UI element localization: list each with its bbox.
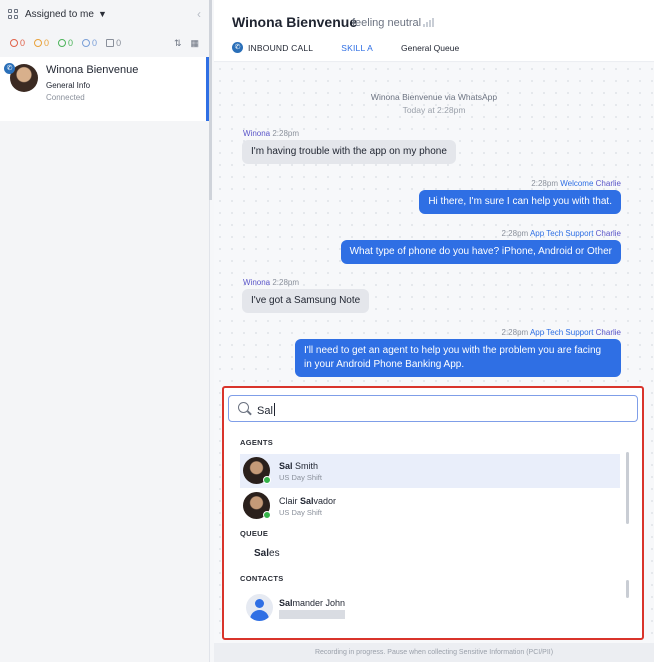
message-bubble-outgoing: Hi there, I'm sure I can help you with t… — [419, 190, 621, 214]
search-value: Sal — [257, 405, 273, 417]
call-info-bar: ✆ INBOUND CALL SKILL A General Queue — [232, 42, 459, 53]
signal-bars-icon — [423, 18, 434, 27]
recording-notice: Recording in progress. Pause when collec… — [214, 643, 654, 662]
grid-icon[interactable] — [8, 8, 19, 20]
urgent-count[interactable]: 0 — [10, 38, 25, 48]
redacted-detail — [279, 610, 345, 619]
online-status-dot — [263, 476, 271, 484]
customer-name: Winona Bienvenue — [232, 14, 358, 30]
message-meta: 2:28pm App Tech Support Charlie — [501, 328, 622, 337]
message-count[interactable]: 0 — [106, 38, 121, 48]
clock-icon — [34, 39, 43, 47]
sidebar-header: Assigned to me ▼ ‹ — [0, 0, 209, 28]
chevron-down-icon[interactable]: ▼ — [98, 9, 107, 19]
agent-name: Sal Smith — [279, 461, 319, 471]
results-scrollbar[interactable] — [626, 452, 629, 524]
text-caret — [273, 403, 275, 416]
conversation-name: Winona Bienvenue — [46, 64, 139, 76]
status-counts: 0 0 0 0 0 ⇅ ▦ — [0, 28, 209, 58]
search-input[interactable]: Sal — [228, 395, 638, 422]
message-bubble-outgoing: What type of phone do you have? iPhone, … — [340, 240, 621, 264]
conversation-item[interactable]: ✆ Winona Bienvenue General Info Connecte… — [0, 57, 209, 121]
grid-view-icon[interactable]: ▦ — [190, 38, 199, 49]
sidebar-scrollbar[interactable] — [209, 0, 212, 200]
queue-heading: QUEUE — [240, 529, 269, 538]
conversation-sidebar: Assigned to me ▼ ‹ 0 0 0 0 0 ⇅ ▦ ✆ Winon… — [0, 0, 210, 662]
skill-link[interactable]: SKILL A — [341, 43, 373, 53]
collapse-sidebar-icon[interactable]: ‹ — [197, 7, 201, 21]
online-status-dot — [263, 511, 271, 519]
message-meta: 2:28pm Welcome Charlie — [531, 179, 621, 188]
transfer-count[interactable]: 0 — [58, 38, 73, 48]
message-bubble-incoming: I'm having trouble with the app on my ph… — [242, 140, 456, 164]
conversation-header: Winona Bienvenue feeling neutral ✆ INBOU… — [214, 0, 654, 62]
transfer-icon — [58, 39, 67, 47]
message-bubble-incoming: I've got a Samsung Note — [242, 289, 370, 313]
callback-count[interactable]: 0 — [82, 38, 97, 48]
search-icon — [238, 402, 249, 413]
sort-icon[interactable]: ⇅ — [174, 38, 182, 49]
channel-time: Today at 2:28pm — [402, 105, 466, 115]
callback-icon — [82, 39, 91, 47]
agent-shift: US Day Shift — [279, 473, 322, 482]
contact-name: Salmander John — [279, 598, 346, 608]
person-icon — [246, 594, 273, 621]
conversation-status: Connected — [46, 93, 85, 102]
sentiment-label: feeling neutral — [352, 17, 422, 29]
conversation-queue: General Info — [46, 81, 91, 90]
alert-icon — [10, 39, 18, 47]
assigned-filter-label[interactable]: Assigned to me — [25, 9, 94, 20]
message-icon — [106, 39, 115, 47]
channel-notice: Winona Bienvenue via WhatsApp — [370, 92, 498, 102]
contacts-heading: CONTACTS — [240, 574, 284, 583]
agents-heading: AGENTS — [240, 438, 274, 447]
queue-label: General Queue — [401, 42, 460, 53]
message-meta: Winona 2:28pm — [243, 278, 300, 287]
agent-result-item[interactable]: Sal Smith US Day Shift — [240, 454, 620, 488]
call-type-label: INBOUND CALL — [248, 42, 314, 53]
agent-name: Clair Salvador — [279, 496, 337, 506]
phone-icon: ✆ — [232, 42, 243, 53]
agent-result-item[interactable]: Clair Salvador US Day Shift — [240, 489, 620, 523]
phone-icon: ✆ — [4, 63, 15, 74]
agent-shift: US Day Shift — [279, 508, 322, 517]
contact-result-item[interactable]: Salmander John — [240, 590, 620, 624]
message-meta: 2:28pm App Tech Support Charlie — [501, 229, 622, 238]
message-bubble-outgoing: I'll need to get an agent to help you wi… — [295, 339, 621, 377]
waiting-count[interactable]: 0 — [34, 38, 49, 48]
message-meta: Winona 2:28pm — [243, 129, 300, 138]
queue-result-item[interactable]: Sales — [254, 548, 280, 559]
transfer-search-popup: Sal AGENTS Sal Smith US Day Shift Clair … — [222, 386, 644, 640]
results-scrollbar-lower[interactable] — [626, 580, 629, 598]
